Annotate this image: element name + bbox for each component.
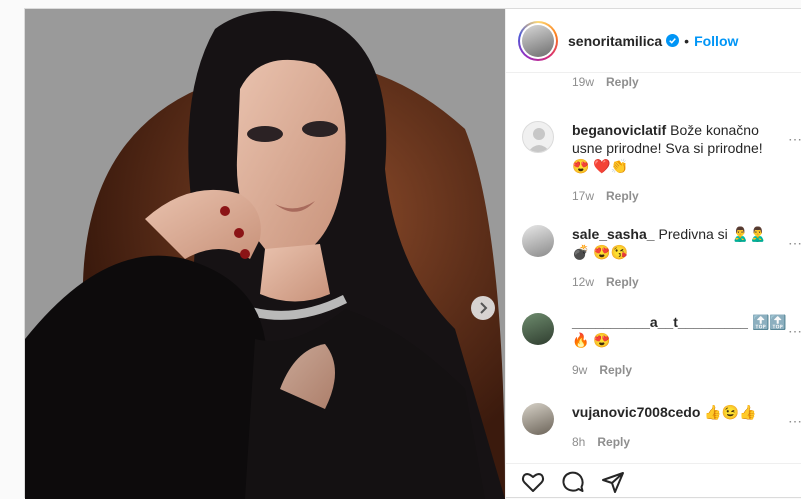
post-username[interactable]: senoritamilica (568, 33, 662, 49)
header-separator: • (684, 32, 690, 49)
comment-username[interactable]: sale_sasha_ (572, 226, 655, 242)
comment-icon (562, 471, 584, 492)
list-item: vujanovic7008cedo 👍😉👍 8h Reply ⋯ (522, 403, 801, 451)
comment-meta: 8h Reply (572, 433, 777, 451)
avatar[interactable] (522, 313, 554, 345)
list-item: __________a__t_________ 🔝🔝🔥 😍 9w Reply ⋯ (522, 313, 801, 379)
instagram-post: senoritamilica • Follow 19w Reply begano… (24, 8, 801, 499)
reply-button[interactable]: Reply (606, 273, 639, 291)
post-photo[interactable] (25, 9, 505, 499)
comment-text: 👍😉👍 (704, 404, 757, 420)
next-photo-button[interactable] (471, 296, 495, 320)
heart-icon (521, 472, 545, 492)
post-side-panel: senoritamilica • Follow 19w Reply begano… (505, 9, 801, 499)
more-options-icon[interactable]: ⋯ (788, 131, 801, 148)
verified-badge-icon (666, 34, 680, 47)
list-item: sale_sasha_ Predivna si 🙎‍♂️🙎‍♂️💣 😍😘 12w … (522, 225, 801, 291)
profile-avatar[interactable] (518, 20, 558, 61)
post-actions (506, 463, 801, 499)
more-options-icon[interactable]: ⋯ (788, 413, 801, 430)
reply-button[interactable]: Reply (606, 75, 639, 89)
share-icon (602, 471, 624, 493)
chevron-right-icon (480, 302, 488, 314)
share-button[interactable] (600, 469, 626, 495)
comment-meta: 12w Reply (572, 273, 777, 291)
more-options-icon[interactable]: ⋯ (788, 235, 801, 252)
portrait-illustration (25, 9, 505, 499)
like-button[interactable] (520, 469, 546, 495)
list-item: beganoviclatif Bože konačno usne prirodne… (522, 121, 801, 205)
comment-username[interactable]: beganoviclatif (572, 122, 666, 138)
comment-button[interactable] (560, 469, 586, 495)
previous-comment-meta: 19w Reply (572, 75, 639, 89)
avatar[interactable] (522, 225, 554, 257)
comment-meta: 9w Reply (572, 361, 777, 379)
comment-username[interactable]: __________a__t_________ (572, 314, 748, 330)
comment-time: 19w (572, 75, 595, 89)
comment-meta: 17w Reply (572, 187, 777, 205)
comment-time: 17w (572, 189, 595, 203)
reply-button[interactable]: Reply (597, 433, 630, 451)
comments-list[interactable]: 19w Reply beganoviclatif Bože konačno usn… (506, 73, 801, 463)
more-options-icon[interactable]: ⋯ (788, 323, 801, 340)
reply-button[interactable]: Reply (606, 187, 639, 205)
comment-username[interactable]: vujanovic7008cedo (572, 404, 700, 420)
comment-time: 9w (572, 363, 588, 377)
avatar[interactable] (522, 121, 554, 153)
comment-time: 12w (572, 275, 595, 289)
post-header: senoritamilica • Follow (506, 9, 801, 73)
comment-time: 8h (572, 435, 586, 449)
avatar[interactable] (522, 403, 554, 435)
reply-button[interactable]: Reply (599, 361, 632, 379)
follow-button[interactable]: Follow (694, 33, 738, 49)
